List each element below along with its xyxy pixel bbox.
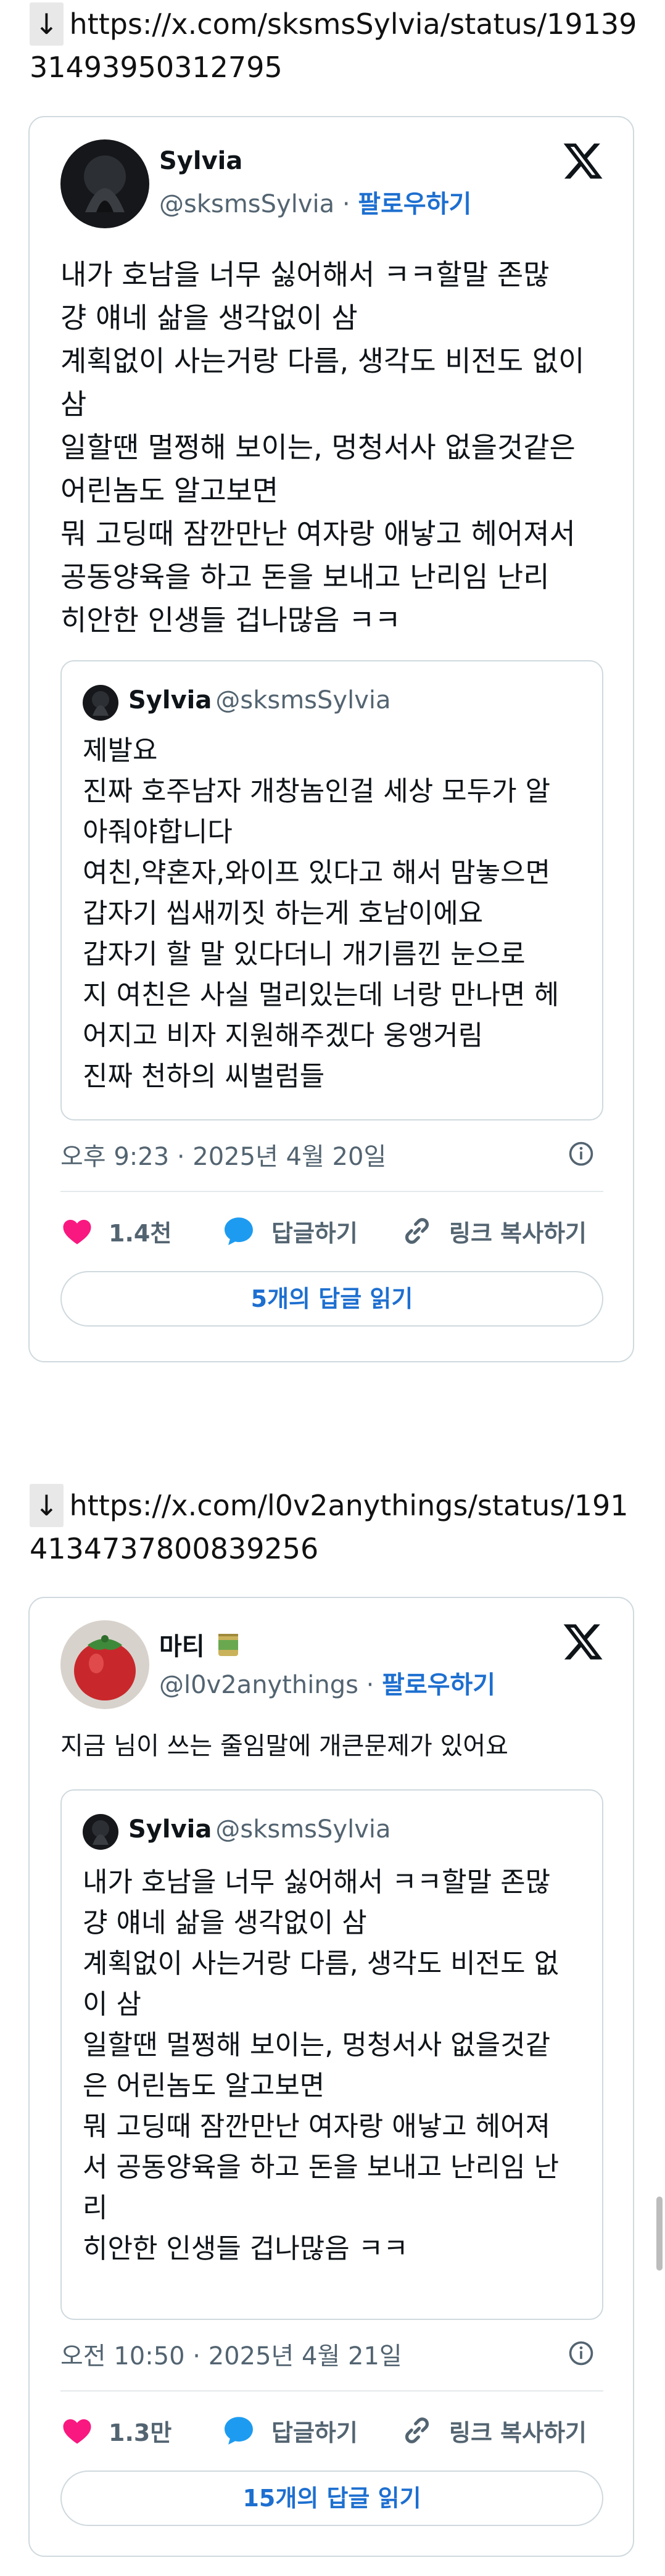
source-url-2[interactable]: ↓ https://x.com/l0v2anythings/status/1914… (30, 1484, 640, 1570)
author-name-row[interactable]: 마티 (159, 1626, 241, 1665)
reply-bubble-icon (225, 2417, 253, 2445)
avatar[interactable] (60, 1620, 149, 1709)
tweet-body: 내가 호남을 너무 싫어해서 ㅋㅋ할말 존많 걍 얘네 삶을 생각없이 삼 계획… (60, 258, 585, 637)
timestamp[interactable]: 오전 10:50 · 2025년 4월 21일 (60, 2336, 402, 2372)
heart-icon (63, 2419, 91, 2444)
tweet-card-1: Sylvia @sksmsSylvia · 팔로우하기 내가 호남을 너무 싫어… (28, 116, 634, 1362)
like-button[interactable]: 1.3만 (60, 2409, 171, 2452)
quote-author: Sylvia @sksmsSylvia (128, 1815, 391, 1844)
copy-link-label: 링크 복사하기 (449, 1219, 587, 1247)
like-count: 1.3만 (109, 2419, 172, 2446)
url-text[interactable]: https://x.com/sksmsSylvia/status/1913931… (30, 7, 637, 84)
divider (60, 2390, 603, 2392)
heart-icon (63, 1220, 91, 1245)
quote-author-name: Sylvia (128, 1815, 212, 1844)
like-button[interactable]: 1.4천 (60, 1209, 171, 1253)
url-text[interactable]: https://x.com/l0v2anythings/status/19141… (30, 1489, 629, 1565)
reply-button[interactable]: 답글하기 (221, 1209, 358, 1253)
can-emoji-icon (216, 1631, 241, 1665)
quote-body: 내가 호남을 너무 싫어해서 ㅋㅋ할말 존많 걍 얘네 삶을 생각없이 삼 계획… (83, 1866, 560, 2264)
info-icon[interactable] (568, 2340, 595, 2367)
reply-label: 답글하기 (271, 2419, 358, 2446)
author-handle[interactable]: @l0v2anythings (159, 1671, 358, 1699)
author-name: 마티 (159, 1633, 205, 1661)
quoted-tweet[interactable]: Sylvia @sksmsSylvia 내가 호남을 너무 싫어해서 ㅋㅋ할말 존… (60, 1789, 603, 2320)
read-replies-button[interactable]: 5개의 답글 읽기 (60, 1271, 603, 1327)
down-arrow-icon: ↓ (30, 1484, 64, 1527)
avatar[interactable] (60, 139, 149, 228)
divider (60, 1191, 603, 1192)
quote-avatar (83, 1814, 118, 1850)
quote-author-name: Sylvia (128, 686, 212, 714)
x-logo-icon[interactable] (561, 139, 605, 183)
quote-body: 제발요 진짜 호주남자 개창놈인걸 세상 모두가 알 아줘야합니다 여친,약혼자… (83, 735, 560, 1092)
copy-link-button[interactable]: 링크 복사하기 (400, 1209, 587, 1253)
author-handle[interactable]: @sksmsSylvia (159, 190, 334, 218)
source-url-1[interactable]: ↓ https://x.com/sksmsSylvia/status/191393… (30, 2, 640, 89)
read-replies-button[interactable]: 15개의 답글 읽기 (60, 2470, 603, 2526)
scrollbar-thumb[interactable] (656, 2197, 663, 2271)
tweet-body: 지금 님이 쓰는 줄임말에 개큰문제가 있어요 (60, 1732, 508, 1760)
quote-author: Sylvia @sksmsSylvia (128, 686, 391, 714)
quote-author-handle: @sksmsSylvia (215, 1815, 391, 1844)
reply-button[interactable]: 답글하기 (221, 2409, 358, 2452)
quote-avatar (83, 685, 118, 721)
author-name[interactable]: Sylvia (159, 147, 242, 175)
tweet-card-2: 마티 @l0v2anythings · 팔로우하기 지금 님이 쓰는 줄임말에 … (28, 1597, 634, 2557)
copy-link-button[interactable]: 링크 복사하기 (400, 2409, 587, 2452)
link-icon (405, 2417, 429, 2443)
quote-author-handle: @sksmsSylvia (215, 686, 391, 714)
reply-label: 답글하기 (271, 1219, 358, 1247)
reply-bubble-icon (225, 1217, 253, 1245)
author-handle-row: @sksmsSylvia · 팔로우하기 (159, 190, 472, 218)
copy-link-label: 링크 복사하기 (449, 2419, 587, 2446)
follow-button[interactable]: 팔로우하기 (358, 190, 471, 218)
quoted-tweet[interactable]: Sylvia @sksmsSylvia 제발요 진짜 호주남자 개창놈인걸 세상 … (60, 660, 603, 1120)
x-logo-icon[interactable] (561, 1620, 605, 1663)
author-handle-row: @l0v2anythings · 팔로우하기 (159, 1671, 496, 1699)
down-arrow-icon: ↓ (30, 2, 64, 46)
info-icon[interactable] (568, 1140, 595, 1167)
like-count: 1.4천 (109, 1219, 172, 1247)
follow-button[interactable]: 팔로우하기 (382, 1671, 495, 1699)
link-icon (405, 1218, 429, 1244)
timestamp[interactable]: 오후 9:23 · 2025년 4월 20일 (60, 1137, 386, 1172)
